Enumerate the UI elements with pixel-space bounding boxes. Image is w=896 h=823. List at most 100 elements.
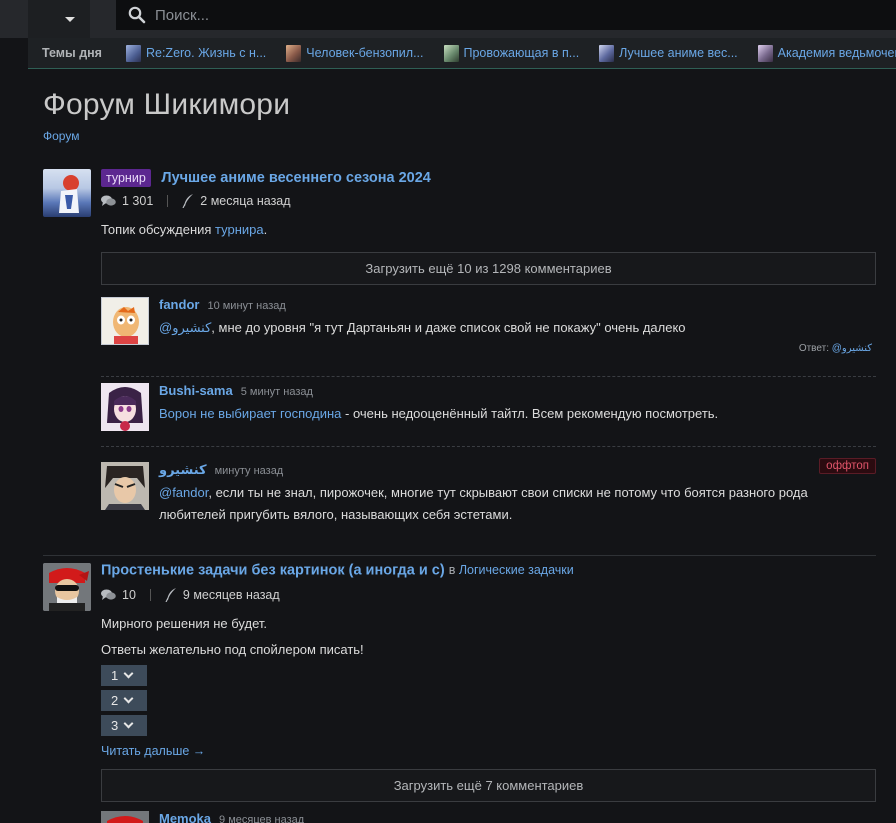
comment-text: Ворон не выбирает господина - очень недо…: [159, 403, 876, 425]
comment-text: @كنشيرو, мне до уровня "я тут Дартаньян …: [159, 317, 876, 339]
comment-header: كنشيرو минуту назад: [159, 462, 283, 478]
comment-body: , если ты не знал, пирожочек, многие тут…: [159, 485, 808, 522]
spoiler-toggle[interactable]: 1: [101, 665, 147, 686]
comments-icon: [101, 195, 116, 207]
comment-body: - очень недооценённый тайтл. Всем рекоме…: [341, 406, 719, 421]
topic-section-info: в Логические задачки: [449, 563, 574, 577]
topic-of-day-link[interactable]: Лучшее аниме вес...: [599, 44, 738, 62]
load-more-comments-button[interactable]: Загрузить ещё 7 комментариев: [101, 769, 876, 802]
spoiler-label: 2: [111, 693, 119, 708]
topic-avatar[interactable]: [43, 169, 91, 217]
load-more-comments-button[interactable]: Загрузить ещё 10 из 1298 комментариев: [101, 252, 876, 285]
topic-time: 2 месяца назад: [200, 194, 291, 208]
caret-down-icon: [65, 16, 75, 22]
comment-time: 9 месяцев назад: [219, 814, 305, 823]
topic-header: турнир Лучшее аниме весеннего сезона 202…: [101, 169, 876, 187]
topic-body-line: Мирного решения не будет.: [101, 616, 267, 631]
topic-section-prefix: в: [448, 563, 456, 577]
topic-of-day-label: Провожающая в п...: [463, 46, 580, 60]
search-input[interactable]: [155, 6, 755, 24]
comment-author-link[interactable]: Bushi-sama: [159, 383, 233, 398]
menu-toggle-button[interactable]: [28, 0, 90, 38]
comments-icon: [101, 589, 116, 601]
topic-of-day-label: Человек-бензопил...: [306, 46, 424, 60]
chevron-down-icon: [123, 693, 134, 704]
read-more-link[interactable]: Читать дальше →: [101, 744, 205, 758]
comments-count: 10: [122, 588, 136, 602]
meta-separator: [167, 195, 169, 207]
comment-divider: [101, 446, 876, 447]
mention-link[interactable]: @fandor: [159, 485, 208, 500]
meta-separator: [149, 589, 151, 601]
topic-of-day-label: Re:Zero. Жизнь с н...: [145, 46, 267, 60]
topic-thumbnail: [286, 44, 302, 62]
topic-thumbnail: [757, 44, 773, 62]
comment-time: 10 минут назад: [207, 300, 286, 312]
comment-avatar[interactable]: [101, 811, 149, 823]
search-bar: [116, 0, 896, 30]
comment-author-link[interactable]: كنشيرو: [159, 462, 207, 477]
topic-thumbnail: [443, 44, 459, 62]
topic-of-day-link[interactable]: Человек-бензопил...: [286, 44, 424, 62]
mention-link[interactable]: @كنشيرو: [159, 320, 211, 335]
topic-title-link[interactable]: Лучшее аниме весеннего сезона 2024: [161, 170, 430, 186]
comment-author-link[interactable]: Memoka: [159, 811, 211, 823]
topic-meta: 1 301 2 месяца назад: [101, 194, 291, 208]
comment-avatar[interactable]: [101, 462, 149, 510]
quill-icon: [182, 194, 194, 208]
comments-count: 1 301: [122, 194, 154, 208]
comment-avatar[interactable]: [101, 297, 149, 345]
comment: Memoka 9 месяцев назад: [101, 811, 876, 823]
topic-of-day-label: Академия ведьмочек: [777, 46, 896, 60]
topics-of-day-bar: Темы дня Re:Zero. Жизнь с н... Человек-б…: [28, 38, 896, 69]
comment-divider: [101, 376, 876, 377]
spoiler-label: 1: [111, 668, 119, 683]
chevron-down-icon: [123, 668, 134, 679]
reply-label: Ответ:: [798, 343, 832, 354]
anime-link[interactable]: Ворон не выбирает господина: [159, 406, 341, 421]
search-icon: [128, 6, 146, 24]
comment: Bushi-sama 5 минут назад Ворон не выбирае…: [101, 383, 876, 445]
topic-meta: 10 9 месяцев назад: [101, 588, 280, 602]
comment: كنشيرو минуту назад оффтоп @fandor, если …: [101, 458, 876, 532]
quill-icon: [165, 588, 177, 602]
topic-time: 9 месяцев назад: [182, 588, 280, 602]
tournament-link[interactable]: турнира: [215, 222, 264, 237]
topic-of-day-label: Лучшее аниме вес...: [619, 46, 738, 60]
topic-divider: [43, 555, 876, 556]
comment-header: Bushi-sama 5 минут назад: [159, 383, 313, 398]
comment: fandor 10 минут назад @كنشيرو, мне до уро…: [101, 297, 876, 359]
breadcrumb-forum-link[interactable]: Форум: [43, 129, 79, 143]
topic-thumbnail: [599, 44, 615, 62]
topic-body-text: .: [263, 222, 268, 237]
spoiler-label: 3: [111, 718, 119, 733]
forum-topic: турнир Лучшее аниме весеннего сезона 202…: [43, 169, 876, 539]
topic-header: Простенькие задачи без картинок (а иногд…: [101, 562, 876, 579]
topic-section-link[interactable]: Логические задачки: [459, 563, 574, 577]
spoiler-toggle[interactable]: 3: [101, 715, 147, 736]
tournament-tag[interactable]: турнир: [101, 169, 151, 187]
forum-topic: Простенькие задачи без картинок (а иногд…: [43, 563, 876, 823]
topic-of-day-link[interactable]: Академия ведьмочек: [757, 44, 896, 62]
topic-title-link[interactable]: Простенькие задачи без картинок (а иногд…: [101, 563, 445, 579]
topic-body: Топик обсуждения турнира.: [101, 222, 267, 237]
chevron-down-icon: [123, 718, 134, 729]
comment-time: минуту назад: [214, 465, 284, 477]
topic-of-day-link[interactable]: Провожающая в п...: [443, 44, 580, 62]
comment-header: Memoka 9 месяцев назад: [159, 811, 304, 823]
page-title: Форум Шикимори: [43, 88, 291, 121]
comment-body: , мне до уровня "я тут Дартаньян и даже …: [211, 320, 686, 335]
reply-info: Ответ: @كنشيرو: [799, 343, 872, 354]
top-bar: [0, 0, 896, 38]
comment-author-link[interactable]: fandor: [159, 297, 199, 312]
topic-body-line: Ответы желательно под спойлером писать!: [101, 642, 364, 657]
reply-link[interactable]: @كنشيرو: [832, 343, 872, 354]
spoiler-toggle[interactable]: 2: [101, 690, 147, 711]
topic-avatar[interactable]: [43, 563, 91, 611]
comment-text: @fandor, если ты не знал, пирожочек, мно…: [159, 482, 876, 526]
topic-body-text: Топик обсуждения: [101, 222, 216, 237]
comment-avatar[interactable]: [101, 383, 149, 431]
topic-of-day-link[interactable]: Re:Zero. Жизнь с н...: [125, 44, 267, 62]
offtopic-badge: оффтоп: [819, 458, 876, 474]
topic-thumbnail: [125, 44, 141, 62]
